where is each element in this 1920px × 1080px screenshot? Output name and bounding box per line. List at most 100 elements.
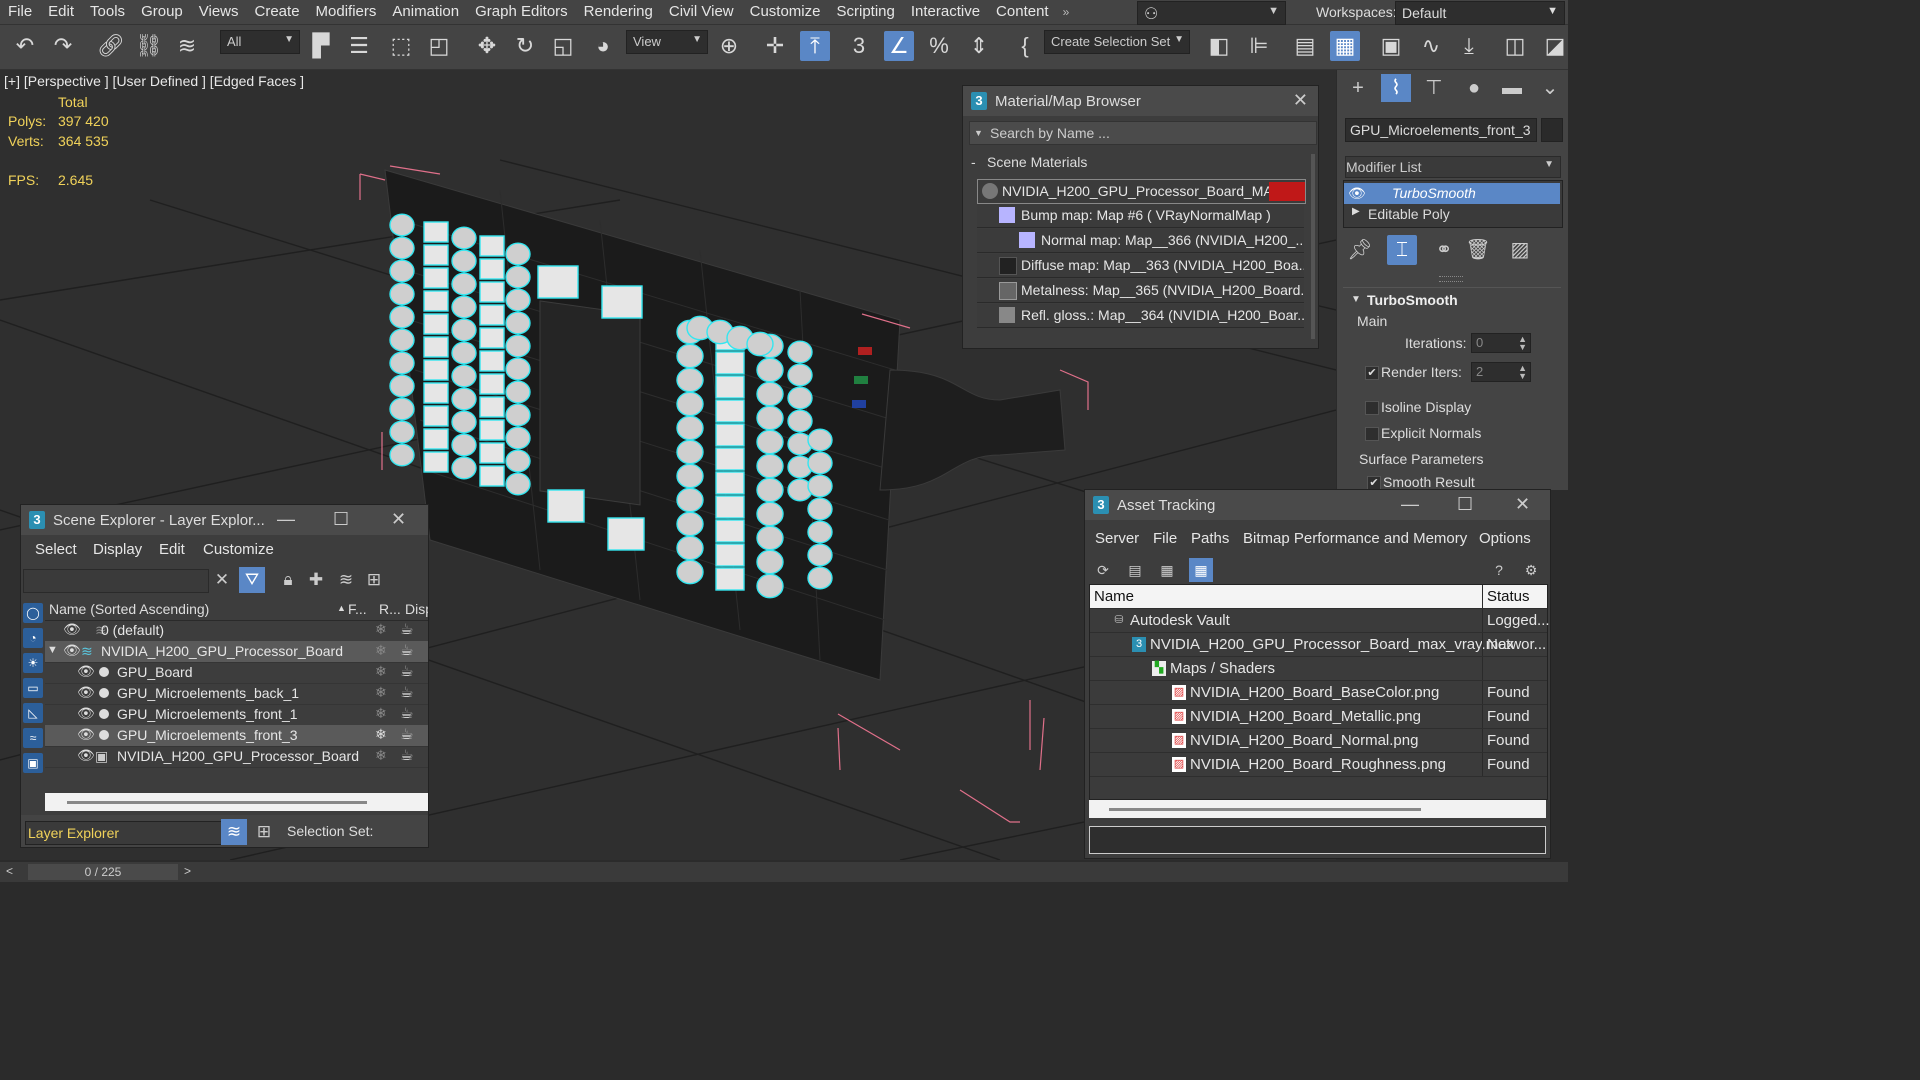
chevron-right-icon[interactable]: ▶: [1352, 206, 1360, 217]
select-manipulate-icon[interactable]: ✛: [760, 31, 790, 61]
placement-icon[interactable]: ◕: [588, 31, 618, 61]
map-row[interactable]: Refl. gloss.: Map__364 (NVIDIA_H200_Boar…: [977, 304, 1304, 328]
scrollbar-thumb[interactable]: [67, 801, 367, 804]
menu-rendering[interactable]: Rendering: [576, 0, 661, 24]
curve-editor-icon[interactable]: ∿: [1416, 31, 1446, 61]
explorer-type-dropdown[interactable]: Layer Explorer: [25, 821, 223, 845]
explicit-normals-checkbox[interactable]: [1365, 427, 1379, 441]
stack-item-turbosmooth[interactable]: 👁︎ TurboSmooth: [1344, 183, 1560, 204]
teapot-icon[interactable]: ☕︎: [400, 746, 413, 764]
teapot-icon[interactable]: ☕︎: [400, 662, 413, 680]
display-groups-icon[interactable]: ▣: [23, 753, 43, 773]
hierarchy-icon[interactable]: ⊞: [361, 567, 387, 593]
display-tab-icon[interactable]: ▬: [1497, 74, 1527, 102]
menu-views[interactable]: Views: [191, 0, 247, 24]
close-icon[interactable]: ✕: [1515, 494, 1530, 515]
panel-resize-handle[interactable]: [1439, 276, 1463, 282]
freeze-icon[interactable]: ❄: [375, 705, 387, 722]
asset-tracking-titlebar[interactable]: 3 Asset Tracking — ☐ ✕: [1085, 490, 1550, 520]
freeze-icon[interactable]: ❄: [375, 663, 387, 680]
smooth-result-checkbox[interactable]: ✔: [1367, 476, 1381, 490]
time-prev-icon[interactable]: <: [6, 864, 13, 878]
asset-row[interactable]: ▨ NVIDIA_H200_Board_Roughness.png Found: [1090, 753, 1547, 777]
display-geometry-icon[interactable]: ◔: [23, 628, 43, 648]
motion-tab-icon[interactable]: ●: [1459, 74, 1489, 102]
asset-row[interactable]: ▨ NVIDIA_H200_Board_Metallic.png Found: [1090, 705, 1547, 729]
display-objects-icon[interactable]: ◯: [23, 603, 43, 623]
freeze-icon[interactable]: ❄: [375, 726, 387, 743]
snap-3d-icon[interactable]: 3: [844, 31, 874, 61]
menu-bitmap-performance[interactable]: Bitmap Performance and Memory: [1243, 530, 1467, 547]
menu-file[interactable]: File: [0, 0, 40, 24]
eye-icon[interactable]: 👁︎: [63, 642, 81, 659]
close-icon[interactable]: ✕: [391, 509, 406, 530]
unlink-icon[interactable]: ⛓: [134, 31, 164, 61]
make-unique-icon[interactable]: ⚭: [1429, 235, 1459, 265]
menu-display[interactable]: Display: [93, 541, 142, 558]
material-search-input[interactable]: ▼ Search by Name ...: [969, 121, 1317, 145]
eye-icon[interactable]: 👁︎: [63, 621, 81, 638]
menu-create[interactable]: Create: [247, 0, 308, 24]
render-iters-spinner[interactable]: 2 ▲ ▼: [1471, 362, 1531, 382]
window-crossing-icon[interactable]: ◰: [424, 31, 454, 61]
add-layer-icon[interactable]: ✚: [303, 567, 329, 593]
col-name-header[interactable]: Name (Sorted Ascending): [49, 601, 209, 617]
modifier-list-dropdown[interactable]: Modifier List ▼: [1345, 156, 1561, 178]
menu-interactive[interactable]: Interactive: [903, 0, 988, 24]
layers-icon[interactable]: ≋: [333, 567, 359, 593]
eye-icon[interactable]: 👁︎: [77, 663, 95, 680]
map-row[interactable]: Normal map: Map__366 (NVIDIA_H200_...: [977, 229, 1304, 253]
modify-tab-icon[interactable]: ⌇: [1381, 74, 1411, 102]
workspace-dropdown[interactable]: Default ▼: [1395, 1, 1565, 25]
create-tab-icon[interactable]: +: [1343, 74, 1373, 102]
thumbnail-view-icon[interactable]: ▦: [1155, 558, 1179, 582]
horizontal-scrollbar[interactable]: [1089, 800, 1546, 818]
scene-materials-section[interactable]: - Scene Materials: [969, 152, 1309, 174]
material-editor-icon[interactable]: ◫: [1500, 31, 1530, 61]
menu-edit[interactable]: Edit: [159, 541, 185, 558]
clear-icon[interactable]: ✕: [209, 567, 235, 593]
close-icon[interactable]: ✕: [1293, 90, 1308, 111]
menu-customize[interactable]: Customize: [203, 541, 274, 558]
filter-icon[interactable]: ⛛: [239, 567, 265, 593]
toggle-layer-explorer-icon[interactable]: ▦: [1330, 31, 1360, 61]
hierarchy-tab-icon[interactable]: ⊤: [1419, 74, 1449, 102]
undo-icon[interactable]: ↶: [10, 31, 40, 61]
material-row[interactable]: NVIDIA_H200_GPU_Processor_Board_MAT ( V.…: [977, 179, 1306, 204]
layer-row[interactable]: 👁︎ ≋ 0 (default) ❄ ☕︎: [45, 620, 428, 642]
eye-icon[interactable]: 👁︎: [77, 684, 95, 701]
horizontal-scrollbar[interactable]: [45, 793, 428, 811]
time-next-icon[interactable]: >: [184, 864, 191, 878]
rollout-title[interactable]: TurboSmooth: [1367, 292, 1458, 308]
teapot-icon[interactable]: ☕︎: [400, 704, 413, 722]
minimize-icon[interactable]: —: [277, 509, 295, 530]
object-color-swatch[interactable]: [1541, 118, 1563, 142]
menu-group[interactable]: Group: [133, 0, 191, 24]
material-browser-titlebar[interactable]: 3 Material/Map Browser ✕: [963, 86, 1318, 116]
asset-row[interactable]: ▚ Maps / Shaders: [1090, 657, 1547, 681]
refresh-icon[interactable]: ⟳: [1091, 558, 1115, 582]
menu-edit[interactable]: Edit: [40, 0, 82, 24]
menu-graph-editors[interactable]: Graph Editors: [467, 0, 576, 24]
utilities-tab-icon[interactable]: ⌄: [1535, 74, 1565, 102]
time-slider[interactable]: < 0 / 225 >: [0, 862, 1568, 882]
find-input[interactable]: [23, 569, 209, 593]
menu-civil-view[interactable]: Civil View: [661, 0, 742, 24]
display-spacewarps-icon[interactable]: ≈: [23, 728, 43, 748]
toggle-scene-explorer-icon[interactable]: ▤: [1290, 31, 1320, 61]
freeze-icon[interactable]: ❄: [375, 642, 387, 659]
rect-selection-icon[interactable]: ⬚: [386, 31, 416, 61]
asset-row[interactable]: ⛁ Autodesk Vault Logged...: [1090, 609, 1550, 633]
time-slider-thumb[interactable]: 0 / 225: [28, 864, 178, 880]
configure-sets-icon[interactable]: ▨: [1505, 235, 1535, 265]
ribbon-icon[interactable]: ▣: [1376, 31, 1406, 61]
object-row[interactable]: 👁︎ ▣ NVIDIA_H200_GPU_Processor_Board ❄ ☕…: [45, 746, 428, 768]
edit-named-selection-icon[interactable]: {: [1010, 31, 1040, 61]
scrollbar[interactable]: [1311, 154, 1315, 339]
viewport-label[interactable]: [+] [Perspective ] [User Defined ] [Edge…: [4, 73, 304, 89]
eye-icon[interactable]: 👁︎: [1348, 185, 1366, 202]
menu-server[interactable]: Server: [1095, 530, 1139, 547]
freeze-icon[interactable]: ❄: [375, 621, 387, 638]
iterations-spinner[interactable]: 0 ▲ ▼: [1471, 333, 1531, 353]
col-display-header[interactable]: Disp: [405, 601, 428, 617]
